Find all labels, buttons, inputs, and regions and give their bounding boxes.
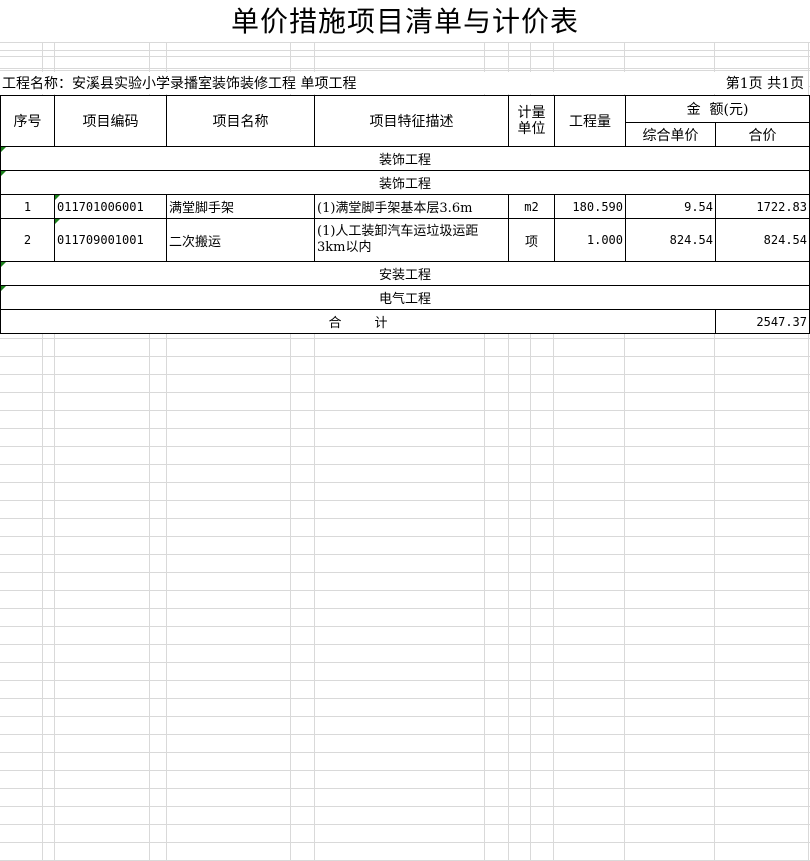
- row-name: 满堂脚手架: [166, 194, 315, 219]
- header-unit: 计量单位: [508, 95, 555, 147]
- page-number: 第1页 共1页: [725, 76, 804, 92]
- row-desc: (1)满堂脚手架基本层3.6m: [314, 194, 509, 219]
- header-name: 项目名称: [166, 95, 315, 147]
- row-seq: 2: [0, 218, 55, 262]
- header-amount: 金 额(元): [625, 95, 810, 123]
- header-desc: 项目特征描述: [314, 95, 509, 147]
- grid-line: [0, 56, 810, 57]
- project-name: 工程名称：安溪县实验小学录播室装饰装修工程 单项工程: [2, 76, 357, 92]
- section-row: 装饰工程: [0, 146, 810, 171]
- header-code: 项目编码: [54, 95, 167, 147]
- grid-line: [0, 70, 810, 71]
- section-row: 安装工程: [0, 261, 810, 286]
- section-decoration: 装饰工程: [0, 146, 810, 171]
- row-price: 824.54: [625, 218, 716, 262]
- table-header-row: 序号 项目编码 项目名称 项目特征描述 计量单位 工程量 金 额(元): [0, 95, 810, 147]
- grid-line: [0, 42, 810, 43]
- row-qty: 1.000: [554, 218, 626, 262]
- table-row: 1 011701006001 满堂脚手架 (1)满堂脚手架基本层3.6m m2 …: [0, 194, 810, 219]
- summary-total: 2547.37: [715, 309, 810, 334]
- row-desc: (1)人工装卸汽车运垃圾运距3km以内: [314, 218, 509, 262]
- project-info-row: 工程名称：安溪县实验小学录播室装饰装修工程 单项工程 第1页 共1页: [0, 72, 808, 94]
- section-decoration-sub: 装饰工程: [0, 170, 810, 195]
- row-unit: m2: [508, 194, 555, 219]
- row-code: 011709001001: [54, 218, 167, 262]
- row-code: 011701006001: [54, 194, 167, 219]
- table-row: 2 011709001001 二次搬运 (1)人工装卸汽车运垃圾运距3km以内 …: [0, 218, 810, 262]
- summary-label: 合 计: [0, 309, 716, 334]
- row-unit: 项: [508, 218, 555, 262]
- row-price: 9.54: [625, 194, 716, 219]
- header-unit-price: 综合单价: [625, 122, 716, 147]
- row-seq: 1: [0, 194, 55, 219]
- row-name: 二次搬运: [166, 218, 315, 262]
- row-total: 824.54: [715, 218, 810, 262]
- page-title: 单价措施项目清单与计价表: [0, 0, 810, 42]
- row-total: 1722.83: [715, 194, 810, 219]
- row-qty: 180.590: [554, 194, 626, 219]
- summary-row: 合 计 2547.37: [0, 309, 810, 334]
- section-installation: 安装工程: [0, 261, 810, 286]
- header-total: 合价: [715, 122, 810, 147]
- section-row: 装饰工程: [0, 170, 810, 195]
- section-row: 电气工程: [0, 285, 810, 310]
- header-qty: 工程量: [554, 95, 626, 147]
- measures-table: 序号 项目编码 项目名称 项目特征描述 计量单位 工程量 金 额(元) 综合单价…: [0, 95, 810, 334]
- header-seq: 序号: [0, 95, 55, 147]
- section-electrical: 电气工程: [0, 285, 810, 310]
